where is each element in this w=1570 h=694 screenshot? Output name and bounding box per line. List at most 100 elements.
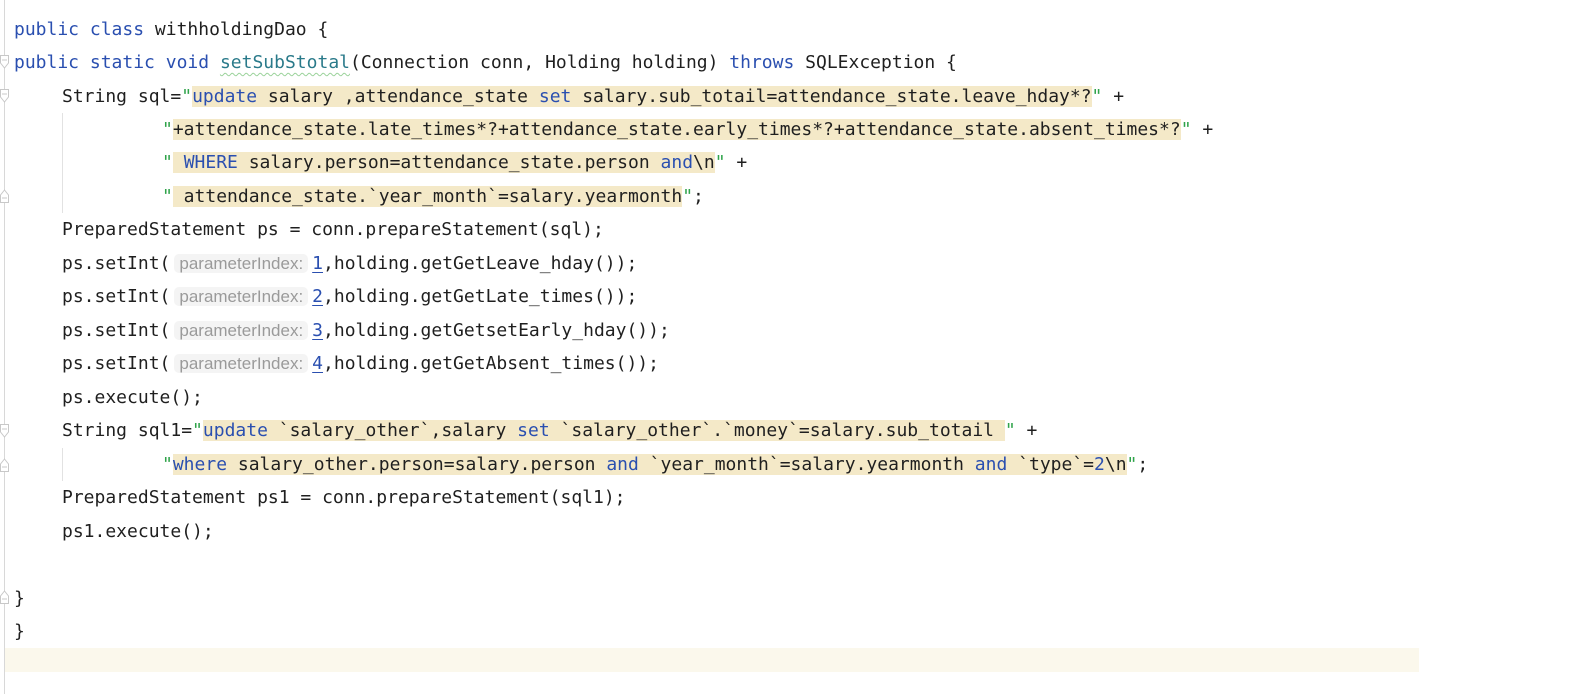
- keyword: class: [89, 19, 145, 40]
- code-text: ,holding.getGetsetEarly_hday());: [323, 320, 670, 341]
- sql-text: `year_month`=salary.yearmonth: [638, 454, 975, 475]
- code-line-method-close[interactable]: }: [14, 582, 25, 615]
- sql-keyword: and: [660, 152, 694, 173]
- fold-string-icon[interactable]: [0, 424, 9, 438]
- sql-keyword: update: [202, 420, 268, 441]
- fold-end-icon[interactable]: [0, 590, 9, 604]
- sql-keyword: set: [517, 420, 550, 441]
- quote: ": [162, 119, 173, 140]
- operator: +: [1015, 420, 1038, 441]
- parameter-index: 3: [312, 320, 324, 341]
- code-line-sql-string[interactable]: String sql="update salary ,attendance_st…: [62, 80, 1124, 113]
- parameter-index: 4: [312, 353, 324, 374]
- keyword: public: [14, 19, 80, 40]
- sql-text: salary ,attendance_state: [257, 86, 539, 107]
- quote: ": [1126, 454, 1138, 475]
- sql-number: 2: [1094, 454, 1105, 475]
- code-line-sql-string[interactable]: "+attendance_state.late_times*?+attendan…: [162, 113, 1213, 146]
- code-line-set-int[interactable]: ps.setInt(parameterIndex: 4,holding.getGe…: [62, 347, 659, 380]
- semicolon: ;: [1137, 454, 1149, 475]
- keyword: void: [165, 52, 210, 73]
- code-text: ps.setInt(: [62, 253, 171, 274]
- code-line-prepare-statement[interactable]: PreparedStatement ps1 = conn.prepareStat…: [62, 481, 626, 514]
- fold-method-icon[interactable]: [0, 55, 9, 69]
- sql-keyword: update: [192, 86, 258, 107]
- quote: ": [162, 186, 173, 207]
- closing-brace: }: [14, 588, 25, 609]
- escape-sequence: \n: [693, 152, 715, 173]
- sql-keyword: where: [172, 454, 228, 475]
- code-line-sql-string[interactable]: String sql1="update `salary_other`,salar…: [62, 414, 1037, 447]
- sql-keyword: and: [974, 454, 1008, 475]
- class-name: withholdingDao {: [144, 19, 329, 40]
- parameter-index: 1: [312, 253, 324, 274]
- sql-text: +attendance_state.late_times*?+attendanc…: [172, 119, 1181, 140]
- parameter-hint: parameterIndex:: [174, 354, 309, 373]
- semicolon: ;: [693, 186, 704, 207]
- indent-guide: [62, 448, 63, 481]
- code-text: ,holding.getGetAbsent_times());: [323, 353, 659, 374]
- keyword: static: [89, 52, 155, 73]
- code-line-execute[interactable]: ps1.execute();: [62, 515, 214, 548]
- code-text: ps.setInt(: [62, 286, 171, 307]
- exception-type: SQLException {: [794, 52, 957, 73]
- code-line-sql-string[interactable]: " attendance_state.`year_month`=salary.y…: [162, 180, 704, 213]
- sql-text: `salary_other`.`money`=salary.sub_totail: [549, 420, 1005, 441]
- sql-text: `type`=: [1007, 454, 1095, 475]
- code-text: ,holding.getGetLate_times());: [323, 286, 638, 307]
- sql-keyword: and: [606, 454, 639, 475]
- code-text: ps1.execute();: [62, 521, 214, 542]
- code-line-class-close[interactable]: }: [14, 615, 25, 648]
- parameter-hint: parameterIndex:: [174, 287, 309, 306]
- code-line-sql-string[interactable]: "where salary_other.person=salary.person…: [162, 448, 1148, 481]
- escape-sequence: \n: [1104, 454, 1127, 475]
- quote: ": [181, 86, 193, 107]
- method-name: setSubStotal: [219, 52, 350, 73]
- code-line-set-int[interactable]: ps.setInt(parameterIndex: 1,holding.getGe…: [62, 247, 637, 280]
- code-text: ps.setInt(: [62, 320, 171, 341]
- sql-keyword: WHERE: [183, 152, 238, 173]
- quote: ": [1004, 420, 1016, 441]
- code-line-prepare-statement[interactable]: PreparedStatement ps = conn.prepareState…: [62, 213, 604, 246]
- closing-brace: }: [14, 621, 25, 642]
- quote: ": [682, 186, 694, 207]
- code-text: String sql1=: [62, 420, 193, 441]
- code-text: ps.setInt(: [62, 353, 171, 374]
- keyword: public: [14, 52, 80, 73]
- quote: ": [162, 454, 173, 475]
- code-text: String sql=: [62, 86, 182, 107]
- quote: ": [162, 152, 173, 173]
- code-line-execute[interactable]: ps.execute();: [62, 381, 203, 414]
- sql-text: salary.person=attendance_state.person: [237, 152, 661, 173]
- parameter-hint: parameterIndex:: [174, 321, 309, 340]
- operator: +: [1102, 86, 1125, 107]
- code-text: ,holding.getGetLeave_hday());: [323, 253, 638, 274]
- fold-end-icon[interactable]: [0, 458, 9, 472]
- sql-text: salary_other.person=salary.person: [227, 454, 607, 475]
- operator: +: [725, 152, 748, 173]
- fold-end-icon[interactable]: [0, 189, 9, 203]
- parameter-hint: parameterIndex:: [174, 254, 309, 273]
- fold-string-icon[interactable]: [0, 89, 9, 103]
- parameter-index: 2: [312, 286, 324, 307]
- code-text: ps.execute();: [62, 387, 203, 408]
- code-line-class-declaration[interactable]: public class withholdingDao {: [14, 13, 328, 46]
- code-text: PreparedStatement ps = conn.prepareState…: [62, 219, 604, 240]
- quote: ": [192, 420, 203, 441]
- quote: ": [714, 152, 726, 173]
- code-line-sql-string[interactable]: " WHERE salary.person=attendance_state.p…: [162, 146, 747, 179]
- method-params: (Connection conn, Holding holding): [350, 52, 730, 73]
- sql-text: attendance_state.`year_month`=salary.yea…: [172, 186, 683, 207]
- sql-keyword: set: [538, 86, 572, 107]
- sql-text: salary.sub_totail=attendance_state.leave…: [571, 86, 1092, 107]
- keyword: throws: [729, 52, 795, 73]
- sql-text: `salary_other`,salary: [267, 420, 518, 441]
- current-line-highlight[interactable]: [5, 648, 1419, 672]
- operator: +: [1191, 119, 1214, 140]
- code-line-method-signature[interactable]: public static void setSubStotal(Connecti…: [14, 46, 957, 79]
- quote: ": [1091, 86, 1103, 107]
- quote: ": [1180, 119, 1192, 140]
- code-text: PreparedStatement ps1 = conn.prepareStat…: [62, 487, 626, 508]
- code-line-set-int[interactable]: ps.setInt(parameterIndex: 2,holding.getGe…: [62, 280, 637, 313]
- code-line-set-int[interactable]: ps.setInt(parameterIndex: 3,holding.getGe…: [62, 314, 670, 347]
